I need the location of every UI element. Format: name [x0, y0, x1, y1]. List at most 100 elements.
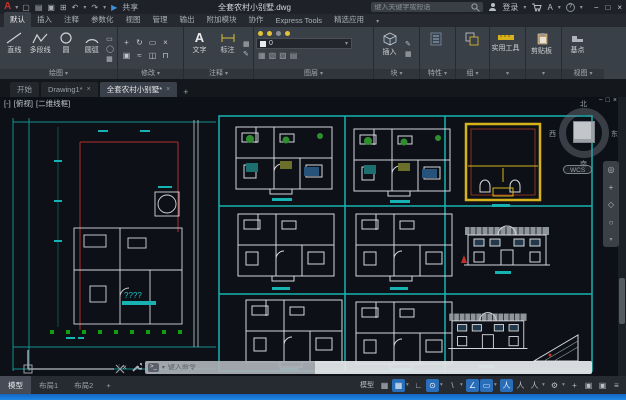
erase-tool-icon[interactable]: ×	[159, 36, 172, 49]
ribbon-tab-output[interactable]: 输出	[174, 12, 201, 27]
panel-block-label[interactable]: 块 ▾	[374, 69, 419, 79]
help-dropdown-icon[interactable]: ▾	[580, 4, 583, 11]
panel-utilities-label[interactable]: ▾	[490, 69, 525, 79]
polyline-tool-button[interactable]: 多段线	[28, 29, 53, 68]
insert-block-button[interactable]: 插入	[376, 29, 403, 68]
ribbon-tab-annotate[interactable]: 注释	[58, 12, 85, 27]
dwg-drawing-content[interactable]: ????	[0, 97, 626, 376]
annotation-monitor-icon[interactable]: +	[568, 379, 581, 392]
close-button[interactable]: ×	[617, 3, 622, 12]
panel-layers-label[interactable]: 图层 ▾	[254, 69, 373, 79]
isodraft-dropdown-icon[interactable]: ▾	[460, 382, 465, 388]
close-tab-icon[interactable]: ×	[87, 86, 91, 93]
ribbon-tab-parametric[interactable]: 参数化	[85, 12, 120, 27]
measure-button[interactable]: 实用工具	[492, 29, 519, 68]
panel-annotate-label[interactable]: 注释 ▾	[184, 69, 253, 79]
scale-dropdown-icon[interactable]: ▾	[542, 382, 547, 388]
osnap-dropdown-icon[interactable]: ▾	[494, 382, 499, 388]
workspace-dropdown-icon[interactable]: ▾	[562, 382, 567, 388]
pan-icon[interactable]: +	[609, 183, 614, 192]
vertical-scrollbar-thumb[interactable]	[619, 278, 625, 324]
autoscale-icon[interactable]: 人	[514, 379, 527, 392]
orbit-icon[interactable]: ○	[609, 218, 614, 227]
app-logo-icon[interactable]: A	[4, 2, 11, 12]
open-file-icon[interactable]: ▤	[35, 3, 43, 12]
copy-tool-icon[interactable]: ▣	[120, 49, 133, 62]
close-tab-icon[interactable]: ×	[166, 86, 170, 93]
print-icon[interactable]: ⊞	[60, 3, 67, 12]
share-label[interactable]: 共享	[122, 2, 138, 13]
logo-dropdown-icon[interactable]: ▾	[15, 4, 18, 11]
login-link[interactable]: 登录	[502, 2, 518, 13]
properties-button[interactable]	[422, 29, 449, 68]
viewport-visual-style-control[interactable]: [二维线框]	[36, 99, 70, 108]
command-badge-icon[interactable]: >_	[148, 363, 159, 372]
ortho-mode-icon[interactable]: ∟	[412, 379, 425, 392]
paste-button[interactable]: 剪贴板	[528, 29, 555, 68]
snap-mode-icon[interactable]: ▦	[392, 379, 405, 392]
model-space-canvas[interactable]: [-] [俯视] [二维线框] −□×	[0, 97, 626, 376]
user-avatar-icon[interactable]	[488, 3, 497, 12]
line-tool-button[interactable]: 直线	[2, 29, 27, 68]
panel-properties-label[interactable]: 特性 ▾	[420, 69, 455, 79]
block-create-icon[interactable]: ▦	[405, 50, 412, 58]
panel-groups-label[interactable]: 组 ▾	[456, 69, 489, 79]
ribbon-tab-manage[interactable]: 管理	[147, 12, 174, 27]
zoom-icon[interactable]: ◇	[608, 200, 614, 209]
doc-close-button[interactable]: ×	[613, 97, 620, 104]
dimension-tool-button[interactable]: 标注	[214, 29, 241, 68]
undo-icon[interactable]: ↶	[72, 3, 79, 12]
workspace-gear-icon[interactable]: ⚙	[548, 379, 561, 392]
basepoint-button[interactable]: 基点	[564, 29, 591, 68]
draw-extra-tools[interactable]: ▭◯▦	[105, 29, 115, 68]
redo-dropdown-icon[interactable]: ▾	[103, 4, 106, 11]
steering-wheel-icon[interactable]: ◎	[608, 165, 615, 174]
grid-display-icon[interactable]: ▦	[378, 379, 391, 392]
save-file-icon[interactable]: ▣	[47, 3, 55, 12]
layer-on-bulb-icon[interactable]	[258, 31, 263, 36]
help-search-box[interactable]	[371, 2, 483, 12]
app-store-cart-icon[interactable]	[531, 2, 542, 12]
navbar-more-icon[interactable]: ▾	[609, 236, 612, 243]
command-close-icon[interactable]: ×	[122, 363, 127, 372]
layer-isolate-icon[interactable]: ▧	[269, 51, 277, 60]
customization-menu-icon[interactable]: ≡	[610, 379, 623, 392]
array-tool-icon[interactable]: ⊓	[159, 49, 172, 62]
mirror-tool-icon[interactable]: ≈	[133, 49, 146, 62]
ribbon-tab-addins[interactable]: 附加模块	[201, 12, 243, 27]
leader-tool-icon[interactable]: ✎	[243, 50, 250, 58]
compass-east-label[interactable]: 东	[611, 129, 618, 139]
layer-lock-icon[interactable]	[276, 31, 281, 36]
table-tool-icon[interactable]: ▦	[243, 40, 250, 48]
panel-draw-label[interactable]: 绘图 ▾	[0, 69, 117, 79]
command-drag-handle-icon[interactable]: ⁞	[118, 363, 119, 372]
ribbon-options-dropdown-icon[interactable]: ▾	[370, 16, 385, 27]
doc-minimize-button[interactable]: −	[599, 97, 606, 104]
recent-commands-icon[interactable]: ▾	[162, 364, 165, 371]
annotation-scale-icon[interactable]: 人	[528, 379, 541, 392]
text-tool-button[interactable]: A 文字	[186, 29, 213, 68]
ribbon-tab-collaborate[interactable]: 协作	[243, 12, 270, 27]
compass-west-label[interactable]: 西	[549, 129, 556, 139]
navigation-bar[interactable]: ◎ + ◇ ○ ▾	[603, 161, 619, 247]
block-edit-icon[interactable]: ✎	[405, 40, 412, 48]
isolate-objects-icon[interactable]: ▣	[582, 379, 595, 392]
isodraft-icon[interactable]: \	[446, 379, 459, 392]
annotation-visibility-icon[interactable]: 人	[500, 379, 513, 392]
autodesk-app-icon[interactable]: A	[547, 3, 552, 12]
search-input[interactable]	[374, 4, 469, 11]
model-space-toggle[interactable]: 模型	[357, 379, 377, 392]
arc-tool-button[interactable]: 圆弧	[79, 29, 104, 68]
viewcube[interactable]: 北 南 东 西	[556, 105, 612, 161]
share-plane-icon[interactable]: ▶	[111, 3, 117, 12]
dynamic-input-icon[interactable]: ▭	[480, 379, 493, 392]
layer-walk-icon[interactable]: ▤	[290, 51, 298, 60]
undo-dropdown-icon[interactable]: ▾	[83, 4, 86, 11]
layer-color-bulb-icon[interactable]	[285, 31, 290, 36]
maximize-button[interactable]: □	[605, 3, 610, 12]
ribbon-tab-view[interactable]: 视图	[120, 12, 147, 27]
file-tab-start[interactable]: 开始	[10, 82, 39, 97]
vertical-scrollbar[interactable]	[618, 97, 626, 376]
search-icon[interactable]	[471, 3, 480, 12]
polar-dropdown-icon[interactable]: ▾	[440, 382, 445, 388]
